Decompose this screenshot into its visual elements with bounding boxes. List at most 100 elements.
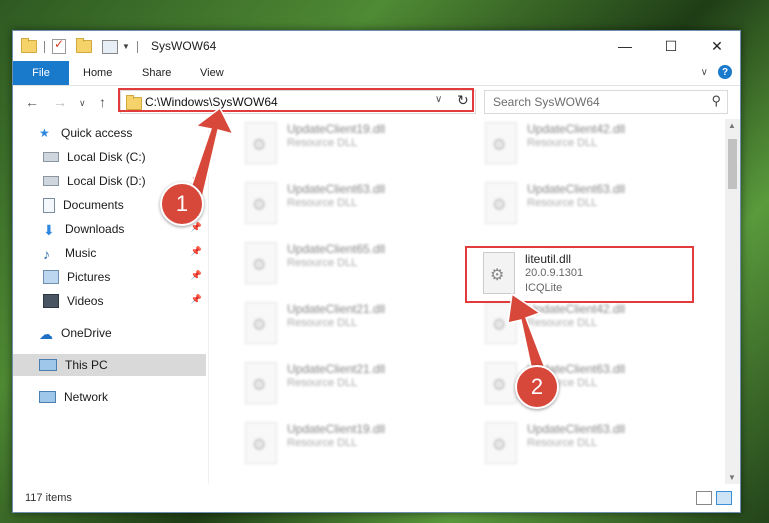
scroll-up-icon[interactable]: ▲	[728, 121, 736, 130]
dll-file-icon	[485, 122, 517, 164]
file-highlight-box	[465, 246, 694, 303]
file-tile[interactable]: UpdateClient63.dll Resource DLL	[475, 180, 705, 228]
sidebar-item-label: OneDrive	[61, 326, 112, 340]
details-view-icon[interactable]	[696, 491, 712, 505]
file-tile[interactable]: UpdateClient42.dll Resource DLL	[475, 300, 705, 348]
dll-file-icon	[245, 302, 277, 344]
back-button[interactable]: ←	[25, 94, 39, 110]
view-toggle	[696, 491, 732, 505]
file-tile[interactable]: UpdateClient21.dll Resource DLL	[235, 300, 465, 348]
toolbar-separator	[136, 40, 138, 53]
file-name: UpdateClient63.dll	[527, 182, 626, 196]
file-description: Resource DLL	[287, 137, 358, 149]
sidebar-item-this-pc[interactable]: This PC	[13, 354, 206, 376]
videos-icon	[43, 294, 59, 308]
file-description: Resource DLL	[527, 197, 598, 209]
tiles-view-icon[interactable]	[716, 491, 732, 505]
dll-file-icon	[485, 182, 517, 224]
file-name: UpdateClient63.dll	[287, 182, 386, 196]
pin-icon[interactable]: 📌	[191, 294, 202, 305]
title-bar: ▼ SysWOW64 — ☐ ✕	[13, 31, 740, 61]
search-input[interactable]: Search SysWOW64	[493, 95, 600, 109]
ribbon-tabs: File Home Share View ∨ ?	[13, 61, 740, 86]
ribbon-right: ∨ ?	[701, 65, 732, 79]
sidebar-item-network[interactable]: Network	[13, 386, 206, 408]
dll-file-icon	[245, 242, 277, 284]
file-name: UpdateClient21.dll	[287, 362, 386, 376]
pin-icon[interactable]: 📌	[191, 246, 202, 257]
view-options-icon[interactable]	[102, 39, 118, 54]
sidebar-item-onedrive[interactable]: ☁ OneDrive	[13, 322, 206, 344]
dll-file-icon	[245, 362, 277, 404]
file-tile[interactable]: UpdateClient19.dll Resource DLL	[235, 420, 465, 468]
properties-check-icon[interactable]	[52, 37, 66, 54]
sidebar-item-music[interactable]: ♪ Music 📌	[13, 242, 206, 264]
customize-toolbar-arrow-icon[interactable]: ▼	[122, 42, 130, 51]
up-button[interactable]: ↑	[99, 94, 106, 110]
window-title: SysWOW64	[151, 39, 217, 53]
pictures-icon	[43, 270, 59, 284]
dll-file-icon	[245, 422, 277, 464]
sidebar-item-label: Music	[65, 246, 97, 260]
pin-icon[interactable]: 📌	[191, 270, 202, 281]
help-icon[interactable]: ?	[718, 65, 732, 79]
file-name: UpdateClient42.dll	[527, 302, 626, 316]
file-tile[interactable]: UpdateClient65.dll Resource DLL	[235, 240, 465, 288]
sidebar-item-label: Documents	[63, 198, 124, 212]
navigation-pane: ★ Quick access Local Disk (C:) Local Dis…	[13, 119, 208, 484]
file-tile[interactable]: UpdateClient63.dll Resource DLL	[475, 420, 705, 468]
file-tile[interactable]: UpdateClient42.dll Resource DLL	[475, 120, 705, 168]
file-tile[interactable]: UpdateClient63.dll Resource DLL	[235, 180, 465, 228]
maximize-button[interactable]: ☐	[648, 31, 694, 61]
search-icon[interactable]: ⚲	[711, 93, 721, 109]
sidebar-item-pictures[interactable]: Pictures 📌	[13, 266, 206, 288]
scrollbar-thumb[interactable]	[728, 139, 737, 189]
file-name: UpdateClient65.dll	[287, 242, 386, 256]
file-description: Resource DLL	[287, 437, 358, 449]
drive-icon	[43, 152, 59, 162]
sidebar-item-label: Local Disk (C:)	[67, 150, 146, 164]
file-description: Resource DLL	[287, 257, 358, 269]
music-icon: ♪	[43, 245, 50, 262]
tab-share[interactable]: Share	[142, 67, 171, 79]
file-name: UpdateClient42.dll	[527, 122, 626, 136]
network-icon	[39, 391, 56, 403]
file-name: UpdateClient19.dll	[287, 422, 386, 436]
dll-file-icon	[245, 122, 277, 164]
navigation-bar: ← → ∨ ↑ C:\Windows\SysWOW64 ∨ ↻ Search S…	[13, 86, 740, 118]
vertical-scrollbar[interactable]: ▲ ▼	[725, 119, 740, 484]
status-bar: 117 items	[13, 486, 740, 512]
dll-file-icon	[485, 422, 517, 464]
pin-icon[interactable]: 📌	[191, 222, 202, 233]
drive-icon	[43, 176, 59, 186]
file-tile[interactable]: UpdateClient19.dll Resource DLL	[235, 120, 465, 168]
tab-home[interactable]: Home	[83, 67, 112, 79]
tab-file[interactable]: File	[13, 61, 69, 85]
sidebar-item-label: Downloads	[65, 222, 125, 236]
dll-file-icon	[245, 182, 277, 224]
expand-ribbon-chevron-icon[interactable]: ∨	[701, 67, 708, 78]
step-1-badge: 1	[160, 182, 204, 226]
sidebar-item-local-disk-c[interactable]: Local Disk (C:)	[13, 146, 206, 168]
search-box[interactable]: Search SysWOW64 ⚲	[484, 90, 728, 114]
sidebar-item-quick-access[interactable]: ★ Quick access	[13, 122, 206, 144]
sidebar-item-label: Local Disk (D:)	[67, 174, 146, 188]
new-folder-icon[interactable]	[76, 38, 92, 53]
recent-locations-button[interactable]: ∨	[79, 98, 86, 109]
minimize-button[interactable]: —	[602, 31, 648, 61]
computer-icon	[39, 359, 57, 371]
file-name: UpdateClient63.dll	[527, 422, 626, 436]
file-description: Resource DLL	[287, 317, 358, 329]
pin-icon[interactable]: 📌	[191, 174, 202, 185]
file-description: Resource DLL	[527, 137, 598, 149]
close-button[interactable]: ✕	[694, 31, 740, 61]
file-tile[interactable]: UpdateClient21.dll Resource DLL	[235, 360, 465, 408]
scroll-down-icon[interactable]: ▼	[728, 473, 736, 482]
forward-button[interactable]: →	[53, 94, 67, 110]
caption-buttons: — ☐ ✕	[602, 31, 740, 61]
documents-icon	[43, 197, 55, 213]
sidebar-item-videos[interactable]: Videos 📌	[13, 290, 206, 312]
sidebar-item-label: Pictures	[67, 270, 111, 284]
tab-view[interactable]: View	[200, 67, 224, 79]
file-tile[interactable]: UpdateClient63.dll Resource DLL	[475, 360, 705, 408]
